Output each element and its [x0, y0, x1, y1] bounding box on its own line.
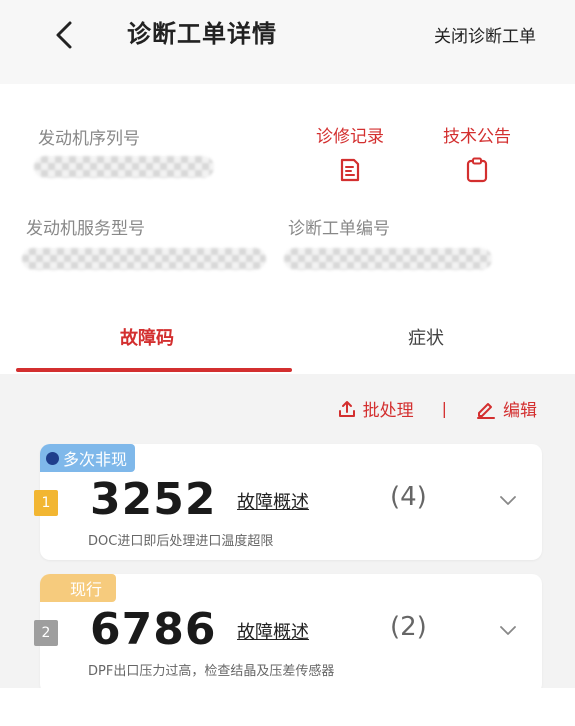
- fault-summary-link[interactable]: 故障概述: [237, 618, 309, 644]
- repair-record-button[interactable]: 诊修记录: [316, 122, 384, 183]
- fault-code: 6786: [90, 604, 217, 655]
- tech-bulletin-label: 技术公告: [443, 127, 511, 147]
- header-bar: 诊断工单详情 关闭诊断工单: [0, 0, 575, 84]
- fault-description: DOC进口即后处理进口温度超限: [88, 534, 274, 549]
- tech-bulletin-button[interactable]: 技术公告: [443, 122, 511, 183]
- fault-card[interactable]: 现行 2 6786 故障概述 (2) DPF出口压力过高，检查结晶及压差传感器: [34, 574, 542, 694]
- engine-serial-label: 发动机序列号: [38, 129, 140, 149]
- engine-serial-value: [34, 156, 214, 178]
- fault-card[interactable]: 多次非现 1 3252 故障概述 (4) DOC进口即后处理进口温度超限: [34, 444, 542, 560]
- clipboard-icon: [466, 157, 488, 183]
- chevron-down-icon[interactable]: [498, 622, 518, 641]
- work-order-no-label: 诊断工单编号: [288, 219, 390, 239]
- rank-badge: 1: [34, 490, 58, 516]
- status-badge-label: 多次非现: [63, 450, 128, 469]
- toolbar-divider: |: [441, 399, 447, 418]
- status-dot-icon: [46, 451, 59, 465]
- repair-record-label: 诊修记录: [316, 127, 384, 147]
- engine-service-model-value: [22, 248, 266, 270]
- page-title: 诊断工单详情: [127, 20, 277, 48]
- fault-code: 3252: [90, 474, 217, 525]
- edit-label: 编辑: [503, 401, 537, 421]
- edit-icon: [477, 402, 495, 419]
- batch-process-button[interactable]: 批处理: [337, 396, 414, 421]
- engine-service-model-label: 发动机服务型号: [26, 219, 145, 239]
- tab-fault-codes[interactable]: 故障码: [120, 324, 174, 350]
- document-list-icon: [340, 158, 360, 182]
- fault-description: DPF出口压力过高，检查结晶及压差传感器: [88, 664, 335, 679]
- edit-button[interactable]: 编辑: [475, 396, 537, 421]
- close-work-order-button[interactable]: 关闭诊断工单: [434, 22, 536, 47]
- rank-badge: 2: [34, 620, 58, 646]
- work-order-no-value: [284, 248, 492, 270]
- bottom-overlay: [0, 688, 575, 726]
- toolbar: 批处理 | 编辑: [337, 396, 537, 421]
- fault-summary-link[interactable]: 故障概述: [237, 488, 309, 514]
- status-badge: 多次非现: [40, 444, 136, 472]
- fault-count: (2): [390, 612, 427, 642]
- status-badge: 现行: [40, 574, 117, 602]
- fault-count: (4): [390, 482, 427, 512]
- engine-info-panel: 发动机序列号 诊修记录 技术公告 发动机服务型号 诊断工单编号: [0, 84, 575, 374]
- chevron-down-icon[interactable]: [498, 492, 518, 511]
- active-tab-indicator: [16, 368, 292, 372]
- batch-process-label: 批处理: [362, 401, 414, 421]
- upload-icon: [338, 400, 355, 417]
- back-icon[interactable]: [52, 20, 78, 50]
- tab-symptoms[interactable]: 症状: [408, 324, 444, 350]
- status-badge-label: 现行: [70, 580, 103, 599]
